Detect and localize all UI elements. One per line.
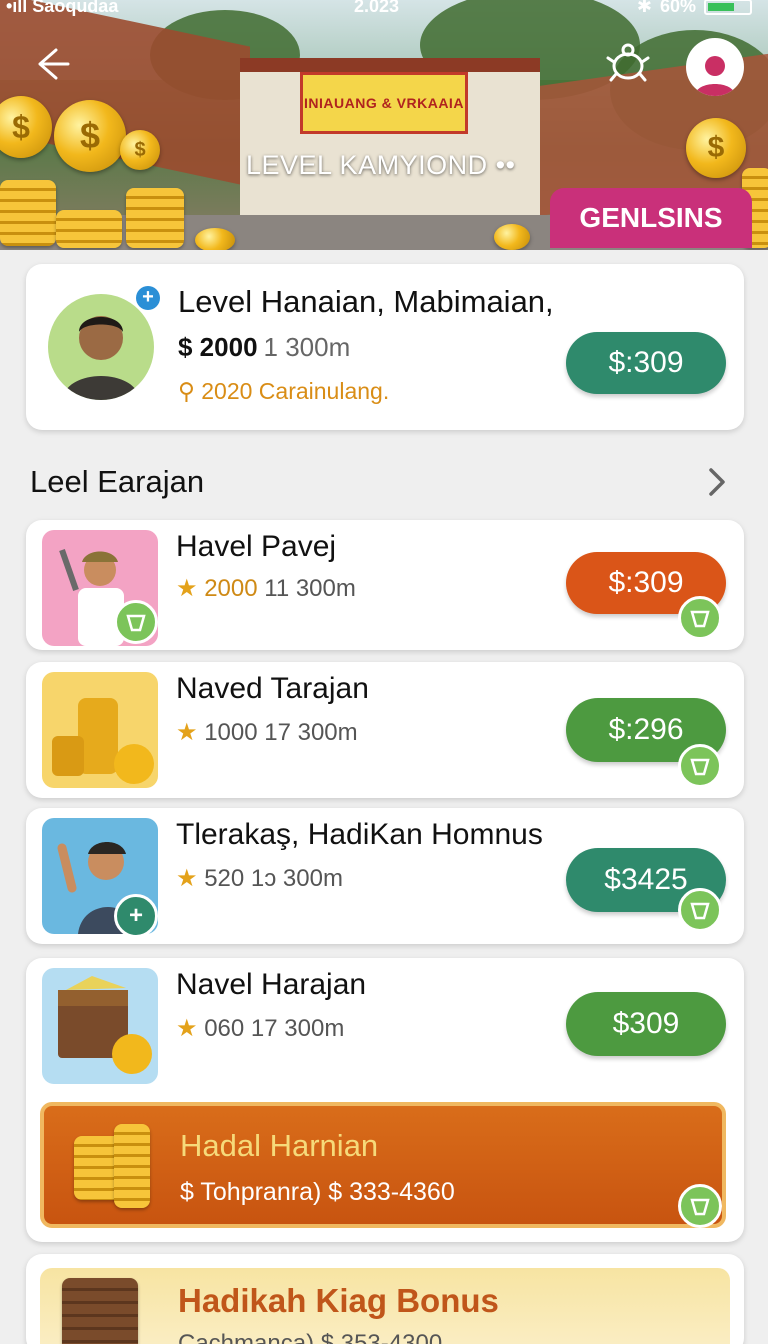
profile-price-button[interactable]: $:309 — [566, 332, 726, 394]
cart-icon[interactable] — [678, 888, 722, 932]
item-meta: ★ 1000 17 300m — [176, 718, 358, 747]
coin-icon: $ — [120, 130, 160, 170]
profile-location-text: 2020 Carainulang. — [201, 378, 390, 404]
offer-banner[interactable]: Hadal Harnian $ Tohpranra) $ 333-4360 — [40, 1102, 726, 1228]
hero-header: INIAUANG & VRKAAIA $ $ $ $ •ıll Saoqudaa… — [0, 0, 768, 250]
treasure-chest-icon — [62, 1278, 138, 1344]
verified-badge-icon: + — [136, 286, 160, 310]
item-meta-rest: 17 300m — [250, 1015, 345, 1042]
genlsins-button[interactable]: GENLSINS — [550, 188, 752, 248]
hero-banner: INIAUANG & VRKAAIA — [300, 72, 468, 134]
bonus-card[interactable]: Hadikah Kiag Bonus Cachmanca) $ 353-4300 — [26, 1254, 744, 1344]
list-item[interactable]: Havel Pavej ★ 2000 11 300m $:309 — [26, 520, 744, 650]
item-meta: ★ 060 17 300m — [176, 1014, 344, 1043]
item-meta-rest: 17 300m — [264, 719, 358, 746]
clock: 2.023 — [354, 0, 400, 16]
item-meta-rest: 1ͻ 300m — [250, 865, 343, 892]
cart-icon[interactable] — [678, 596, 722, 640]
cart-icon[interactable] — [678, 1184, 722, 1228]
coin-icon: $ — [686, 118, 746, 178]
coin-icon — [195, 228, 235, 250]
star-icon: ★ — [176, 719, 205, 746]
section-more-button[interactable] — [702, 464, 732, 500]
item-thumbnail — [42, 672, 158, 788]
profile-name: Level Hanaian, Mabimaian, — [178, 284, 554, 319]
item-title: Navel Harajan — [176, 968, 367, 1001]
star-icon: ★ — [176, 575, 205, 602]
item-meta: ★ 520 1ͻ 300m — [176, 864, 343, 893]
item-title: Tlerakaş, HadiKan Homnus — [176, 818, 543, 851]
plus-icon: + — [114, 894, 158, 938]
profile-location: ⚲ 2020 Carainulang. — [178, 378, 389, 405]
item-price-button[interactable]: $309 — [566, 992, 726, 1056]
bonus-title: Hadikah Kiag Bonus — [178, 1282, 499, 1319]
back-button[interactable] — [30, 42, 74, 86]
star-icon: ★ — [176, 1015, 205, 1042]
profile-card[interactable]: + Level Hanaian, Mabimaian, $ 2000 1 300m… — [26, 264, 744, 430]
status-bar: •ıll Saoqudaa 2.023 ✱ 60% — [0, 0, 768, 18]
item-meta: ★ 2000 11 300m — [176, 574, 356, 603]
bluetooth-icon: ✱ — [636, 0, 652, 16]
page-title: LEVEL KAMYIOND •• — [246, 150, 516, 180]
item-meta-value: 520 — [204, 865, 245, 892]
cart-icon[interactable] — [678, 744, 722, 788]
item-thumbnail — [42, 968, 158, 1084]
turtle-icon — [606, 43, 650, 82]
star-icon: ★ — [176, 865, 205, 892]
section-title: Leel Earajan — [30, 464, 205, 499]
chevron-right-icon — [709, 468, 725, 496]
offer-title: Hadal Harnian — [180, 1128, 379, 1163]
coin-stack — [114, 1124, 150, 1208]
item-meta-value: 1000 — [204, 719, 258, 746]
profile-amount-sub: 1 300m — [263, 332, 351, 362]
battery-indicator: ✱ 60% — [637, 0, 752, 17]
location-pin-icon: ⚲ — [178, 378, 202, 404]
profile-amount-value: $ 2000 — [178, 332, 258, 362]
coin-stack — [0, 180, 56, 246]
item-meta-value: 060 — [204, 1015, 245, 1042]
item-meta-rest: 11 300m — [264, 575, 356, 602]
bonus-detail: Cachmanca) $ 353-4300 — [178, 1330, 443, 1344]
coin-icon — [494, 224, 530, 250]
battery-icon — [704, 0, 752, 15]
item-meta-value: 2000 — [204, 575, 258, 602]
user-avatar-button[interactable] — [686, 38, 744, 96]
signal-indicator: •ıll Saoqudaa — [6, 0, 119, 16]
cart-icon — [114, 600, 158, 644]
item-title: Havel Pavej — [176, 530, 337, 563]
offer-detail: $ Tohpranra) $ 333-4360 — [180, 1178, 455, 1206]
item-title: Naved Tarajan — [176, 672, 369, 705]
coin-icon: $ — [54, 100, 126, 172]
profile-avatar — [48, 294, 154, 400]
list-item[interactable]: Naved Tarajan ★ 1000 17 300m $:296 — [26, 662, 744, 798]
back-arrow-icon — [38, 48, 70, 80]
coin-stack — [56, 210, 122, 248]
battery-percent: 60% — [659, 0, 696, 16]
profile-amount: $ 2000 1 300m — [178, 332, 350, 363]
coin-stack — [126, 188, 184, 248]
trophy-button[interactable] — [604, 40, 652, 88]
user-icon — [695, 56, 735, 96]
list-item[interactable]: + Tlerakaş, HadiKan Homnus ★ 520 1ͻ 300m… — [26, 808, 744, 944]
